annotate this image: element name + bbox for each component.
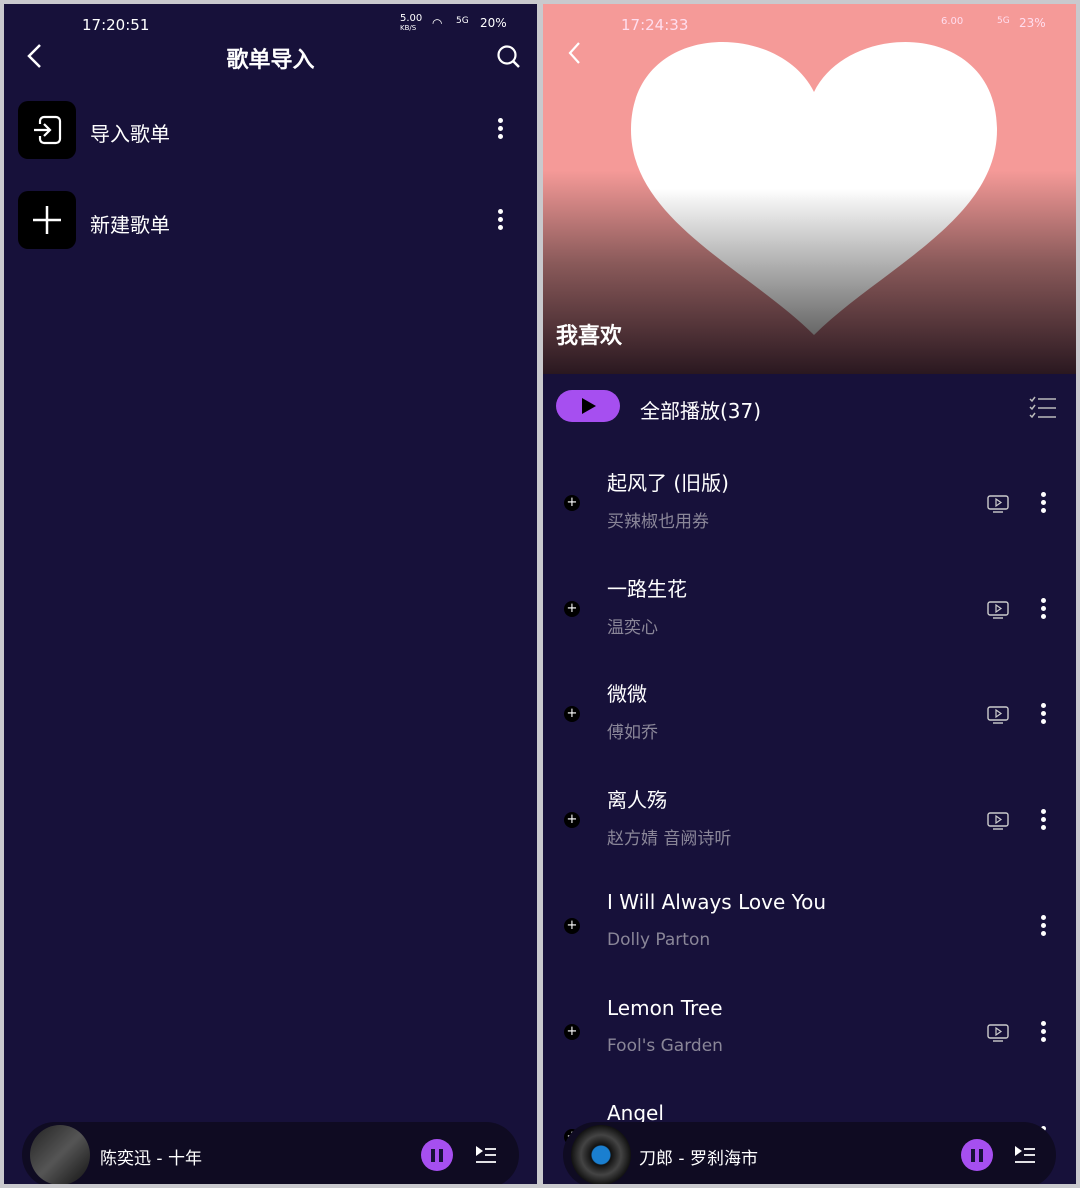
- song-artist: Dolly Parton: [607, 929, 711, 950]
- mv-icon[interactable]: [987, 812, 1009, 830]
- pause-button[interactable]: [961, 1139, 993, 1171]
- status-speed: 5.00 KB/S: [400, 13, 423, 33]
- playlist-import-screen: 17:20:51 5.00 KB/S ◠ 5G 20% 歌单导入 导入歌单 新建歌…: [4, 4, 537, 1184]
- add-icon[interactable]: +: [564, 706, 580, 723]
- battery-level: 23%: [1019, 16, 1046, 30]
- play-all-label[interactable]: 全部播放(37): [640, 395, 761, 424]
- add-icon[interactable]: +: [564, 495, 580, 511]
- now-playing-track: 刀郎 - 罗刹海市: [639, 1149, 758, 1169]
- mv-icon[interactable]: [987, 706, 1009, 725]
- add-icon[interactable]: +: [564, 600, 580, 617]
- song-artist: 买辣椒也用券: [607, 512, 709, 532]
- search-icon[interactable]: [496, 44, 522, 70]
- more-icon[interactable]: [1041, 809, 1047, 831]
- song-row[interactable]: + I Will Always Love You Dolly Parton: [543, 882, 1076, 988]
- status-time: 17:20:51: [82, 16, 150, 34]
- song-artist: Fool's Garden: [607, 1035, 723, 1056]
- playlist-queue-icon[interactable]: [474, 1144, 498, 1166]
- song-artist: 赵方婧 音阙诗听: [607, 829, 732, 850]
- play-icon: [582, 398, 596, 414]
- heart-icon: [631, 42, 997, 336]
- mini-player[interactable]: 陈奕迅 - 十年: [22, 1122, 519, 1184]
- pause-button[interactable]: [421, 1139, 453, 1171]
- playlist-cover: [543, 4, 1076, 374]
- mv-icon[interactable]: [987, 600, 1009, 619]
- back-icon[interactable]: [565, 40, 585, 66]
- song-row[interactable]: + Lemon Tree Fool's Garden: [543, 988, 1076, 1094]
- song-title: 一路生花: [607, 576, 687, 601]
- battery-level: 20%: [480, 16, 507, 30]
- playlist-queue-icon[interactable]: [1013, 1144, 1037, 1166]
- song-artist: 温奕心: [607, 617, 658, 638]
- more-icon[interactable]: [1041, 703, 1047, 725]
- plus-icon: [18, 191, 76, 249]
- playlist-title: 我喜欢: [556, 324, 623, 349]
- import-playlist-label: 导入歌单: [90, 122, 170, 146]
- import-icon: [18, 101, 76, 159]
- signal-icon: 5G: [456, 16, 469, 26]
- add-icon[interactable]: +: [564, 1023, 580, 1040]
- add-icon[interactable]: +: [564, 917, 580, 934]
- song-artist: 傅如乔: [607, 723, 658, 744]
- song-row[interactable]: + 离人殇 赵方婧 音阙诗听: [543, 776, 1076, 882]
- album-art: [30, 1125, 90, 1184]
- mv-icon[interactable]: [987, 1023, 1009, 1042]
- song-title: 微微: [607, 682, 647, 707]
- more-icon[interactable]: [1041, 492, 1047, 513]
- new-playlist-label: 新建歌单: [90, 213, 170, 237]
- mini-player[interactable]: 刀郎 - 罗刹海市: [563, 1122, 1056, 1184]
- vinyl-album-art: [571, 1125, 631, 1184]
- status-speed: 6.00: [941, 16, 964, 27]
- more-icon[interactable]: [498, 118, 504, 139]
- song-title: 起风了 (旧版): [607, 471, 729, 495]
- more-icon[interactable]: [498, 209, 504, 230]
- signal-icon: 5G: [997, 16, 1010, 26]
- favorites-playlist-screen: 17:24:33 6.00 5G 23% 我喜欢 全部播放(37) + 起风了 …: [543, 4, 1076, 1184]
- song-title: 离人殇: [607, 788, 667, 813]
- multi-select-icon[interactable]: [1029, 396, 1057, 422]
- status-time: 17:24:33: [621, 16, 689, 34]
- wifi-icon: ◠: [432, 16, 443, 30]
- song-row[interactable]: + 起风了 (旧版) 买辣椒也用券: [543, 459, 1076, 565]
- more-icon[interactable]: [1041, 914, 1047, 936]
- more-icon[interactable]: [1041, 597, 1047, 619]
- song-title: Lemon Tree: [607, 995, 723, 1020]
- mv-icon[interactable]: [987, 495, 1009, 513]
- song-row[interactable]: + 微微 傅如乔: [543, 670, 1076, 776]
- page-title: 歌单导入: [226, 48, 315, 73]
- song-row[interactable]: + 一路生花 温奕心: [543, 565, 1076, 671]
- song-title: I Will Always Love You: [607, 889, 827, 914]
- add-icon[interactable]: +: [564, 812, 580, 829]
- more-icon[interactable]: [1041, 1020, 1047, 1042]
- play-all-button[interactable]: [556, 390, 620, 422]
- now-playing-track: 陈奕迅 - 十年: [100, 1149, 202, 1169]
